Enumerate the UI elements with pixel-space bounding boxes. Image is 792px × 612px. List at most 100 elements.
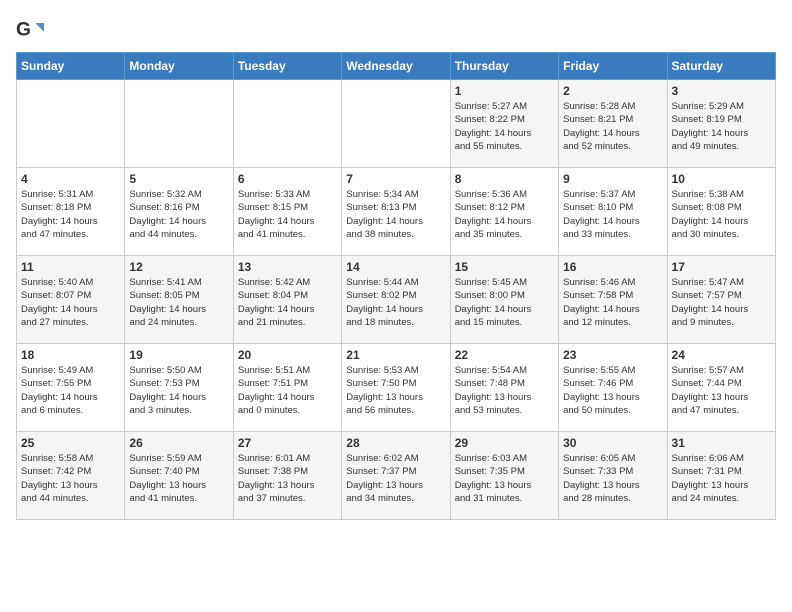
cell-info: Sunrise: 5:36 AM Sunset: 8:12 PM Dayligh… [455, 188, 554, 241]
calendar-cell: 3 Sunrise: 5:29 AM Sunset: 8:19 PM Daylig… [667, 80, 775, 168]
day-number: 24 [672, 348, 771, 362]
day-number: 2 [563, 84, 662, 98]
calendar-cell: 14 Sunrise: 5:44 AM Sunset: 8:02 PM Dayli… [342, 256, 450, 344]
cell-info: Sunrise: 6:02 AM Sunset: 7:37 PM Dayligh… [346, 452, 445, 505]
calendar-cell: 6 Sunrise: 5:33 AM Sunset: 8:15 PM Daylig… [233, 168, 341, 256]
cell-info: Sunrise: 6:05 AM Sunset: 7:33 PM Dayligh… [563, 452, 662, 505]
cell-info: Sunrise: 5:42 AM Sunset: 8:04 PM Dayligh… [238, 276, 337, 329]
weekday-header: Wednesday [342, 53, 450, 80]
calendar-week-row: 1 Sunrise: 5:27 AM Sunset: 8:22 PM Daylig… [17, 80, 776, 168]
cell-info: Sunrise: 5:55 AM Sunset: 7:46 PM Dayligh… [563, 364, 662, 417]
day-number: 13 [238, 260, 337, 274]
calendar-cell: 23Sunrise: 5:55 AM Sunset: 7:46 PM Dayli… [559, 344, 667, 432]
cell-info: Sunrise: 5:57 AM Sunset: 7:44 PM Dayligh… [672, 364, 771, 417]
calendar-cell: 17Sunrise: 5:47 AM Sunset: 7:57 PM Dayli… [667, 256, 775, 344]
weekday-header: Sunday [17, 53, 125, 80]
calendar-cell: 25 Sunrise: 5:58 AM Sunset: 7:42 PM Dayli… [17, 432, 125, 520]
day-number: 21 [346, 348, 445, 362]
cell-info: Sunrise: 5:53 AM Sunset: 7:50 PM Dayligh… [346, 364, 445, 417]
cell-info: Sunrise: 5:44 AM Sunset: 8:02 PM Dayligh… [346, 276, 445, 329]
day-number: 19 [129, 348, 228, 362]
calendar-cell: 13 Sunrise: 5:42 AM Sunset: 8:04 PM Dayli… [233, 256, 341, 344]
cell-info: Sunrise: 5:27 AM Sunset: 8:22 PM Dayligh… [455, 100, 554, 153]
day-number: 16 [563, 260, 662, 274]
weekday-header: Thursday [450, 53, 558, 80]
calendar-cell [233, 80, 341, 168]
day-number: 1 [455, 84, 554, 98]
calendar-cell: 21 Sunrise: 5:53 AM Sunset: 7:50 PM Dayli… [342, 344, 450, 432]
day-number: 28 [346, 436, 445, 450]
day-number: 22 [455, 348, 554, 362]
calendar-table: SundayMondayTuesdayWednesdayThursdayFrid… [16, 52, 776, 520]
calendar-cell: 24 Sunrise: 5:57 AM Sunset: 7:44 PM Dayli… [667, 344, 775, 432]
cell-info: Sunrise: 5:37 AM Sunset: 8:10 PM Dayligh… [563, 188, 662, 241]
cell-info: Sunrise: 5:58 AM Sunset: 7:42 PM Dayligh… [21, 452, 120, 505]
cell-info: Sunrise: 5:29 AM Sunset: 8:19 PM Dayligh… [672, 100, 771, 153]
day-number: 10 [672, 172, 771, 186]
calendar-cell: 26Sunrise: 5:59 AM Sunset: 7:40 PM Dayli… [125, 432, 233, 520]
calendar-cell: 2 Sunrise: 5:28 AM Sunset: 8:21 PM Daylig… [559, 80, 667, 168]
day-number: 25 [21, 436, 120, 450]
calendar-cell [17, 80, 125, 168]
cell-info: Sunrise: 5:34 AM Sunset: 8:13 PM Dayligh… [346, 188, 445, 241]
calendar-cell [342, 80, 450, 168]
cell-info: Sunrise: 5:40 AM Sunset: 8:07 PM Dayligh… [21, 276, 120, 329]
day-number: 29 [455, 436, 554, 450]
cell-info: Sunrise: 5:32 AM Sunset: 8:16 PM Dayligh… [129, 188, 228, 241]
day-number: 30 [563, 436, 662, 450]
day-number: 14 [346, 260, 445, 274]
day-number: 18 [21, 348, 120, 362]
calendar-week-row: 18 Sunrise: 5:49 AM Sunset: 7:55 PM Dayli… [17, 344, 776, 432]
page-header: G [16, 16, 776, 44]
cell-info: Sunrise: 5:49 AM Sunset: 7:55 PM Dayligh… [21, 364, 120, 417]
cell-info: Sunrise: 5:59 AM Sunset: 7:40 PM Dayligh… [129, 452, 228, 505]
logo-icon: G [16, 16, 44, 44]
cell-info: Sunrise: 5:33 AM Sunset: 8:15 PM Dayligh… [238, 188, 337, 241]
calendar-cell: 7Sunrise: 5:34 AM Sunset: 8:13 PM Daylig… [342, 168, 450, 256]
day-number: 20 [238, 348, 337, 362]
calendar-cell: 15Sunrise: 5:45 AM Sunset: 8:00 PM Dayli… [450, 256, 558, 344]
day-number: 17 [672, 260, 771, 274]
calendar-header: SundayMondayTuesdayWednesdayThursdayFrid… [17, 53, 776, 80]
day-number: 9 [563, 172, 662, 186]
cell-info: Sunrise: 5:31 AM Sunset: 8:18 PM Dayligh… [21, 188, 120, 241]
weekday-header: Monday [125, 53, 233, 80]
cell-info: Sunrise: 5:41 AM Sunset: 8:05 PM Dayligh… [129, 276, 228, 329]
weekday-header: Friday [559, 53, 667, 80]
calendar-cell: 20Sunrise: 5:51 AM Sunset: 7:51 PM Dayli… [233, 344, 341, 432]
day-number: 12 [129, 260, 228, 274]
calendar-cell: 12 Sunrise: 5:41 AM Sunset: 8:05 PM Dayli… [125, 256, 233, 344]
calendar-cell: 31 Sunrise: 6:06 AM Sunset: 7:31 PM Dayli… [667, 432, 775, 520]
day-number: 4 [21, 172, 120, 186]
day-number: 3 [672, 84, 771, 98]
calendar-cell: 28 Sunrise: 6:02 AM Sunset: 7:37 PM Dayli… [342, 432, 450, 520]
cell-info: Sunrise: 5:50 AM Sunset: 7:53 PM Dayligh… [129, 364, 228, 417]
cell-info: Sunrise: 5:45 AM Sunset: 8:00 PM Dayligh… [455, 276, 554, 329]
calendar-cell: 29 Sunrise: 6:03 AM Sunset: 7:35 PM Dayli… [450, 432, 558, 520]
calendar-cell: 22 Sunrise: 5:54 AM Sunset: 7:48 PM Dayli… [450, 344, 558, 432]
day-number: 31 [672, 436, 771, 450]
cell-info: Sunrise: 5:38 AM Sunset: 8:08 PM Dayligh… [672, 188, 771, 241]
cell-info: Sunrise: 5:54 AM Sunset: 7:48 PM Dayligh… [455, 364, 554, 417]
weekday-header: Tuesday [233, 53, 341, 80]
logo: G [16, 16, 48, 44]
cell-info: Sunrise: 5:28 AM Sunset: 8:21 PM Dayligh… [563, 100, 662, 153]
day-number: 8 [455, 172, 554, 186]
calendar-cell: 9 Sunrise: 5:37 AM Sunset: 8:10 PM Daylig… [559, 168, 667, 256]
cell-info: Sunrise: 5:46 AM Sunset: 7:58 PM Dayligh… [563, 276, 662, 329]
calendar-week-row: 4 Sunrise: 5:31 AM Sunset: 8:18 PM Daylig… [17, 168, 776, 256]
day-number: 6 [238, 172, 337, 186]
day-number: 27 [238, 436, 337, 450]
calendar-body: 1 Sunrise: 5:27 AM Sunset: 8:22 PM Daylig… [17, 80, 776, 520]
calendar-cell: 19 Sunrise: 5:50 AM Sunset: 7:53 PM Dayli… [125, 344, 233, 432]
calendar-week-row: 25 Sunrise: 5:58 AM Sunset: 7:42 PM Dayli… [17, 432, 776, 520]
cell-info: Sunrise: 6:03 AM Sunset: 7:35 PM Dayligh… [455, 452, 554, 505]
calendar-cell [125, 80, 233, 168]
calendar-cell: 16 Sunrise: 5:46 AM Sunset: 7:58 PM Dayli… [559, 256, 667, 344]
calendar-cell: 30 Sunrise: 6:05 AM Sunset: 7:33 PM Dayli… [559, 432, 667, 520]
day-number: 5 [129, 172, 228, 186]
calendar-cell: 10 Sunrise: 5:38 AM Sunset: 8:08 PM Dayli… [667, 168, 775, 256]
calendar-cell: 18 Sunrise: 5:49 AM Sunset: 7:55 PM Dayli… [17, 344, 125, 432]
cell-info: Sunrise: 6:06 AM Sunset: 7:31 PM Dayligh… [672, 452, 771, 505]
calendar-cell: 8 Sunrise: 5:36 AM Sunset: 8:12 PM Daylig… [450, 168, 558, 256]
